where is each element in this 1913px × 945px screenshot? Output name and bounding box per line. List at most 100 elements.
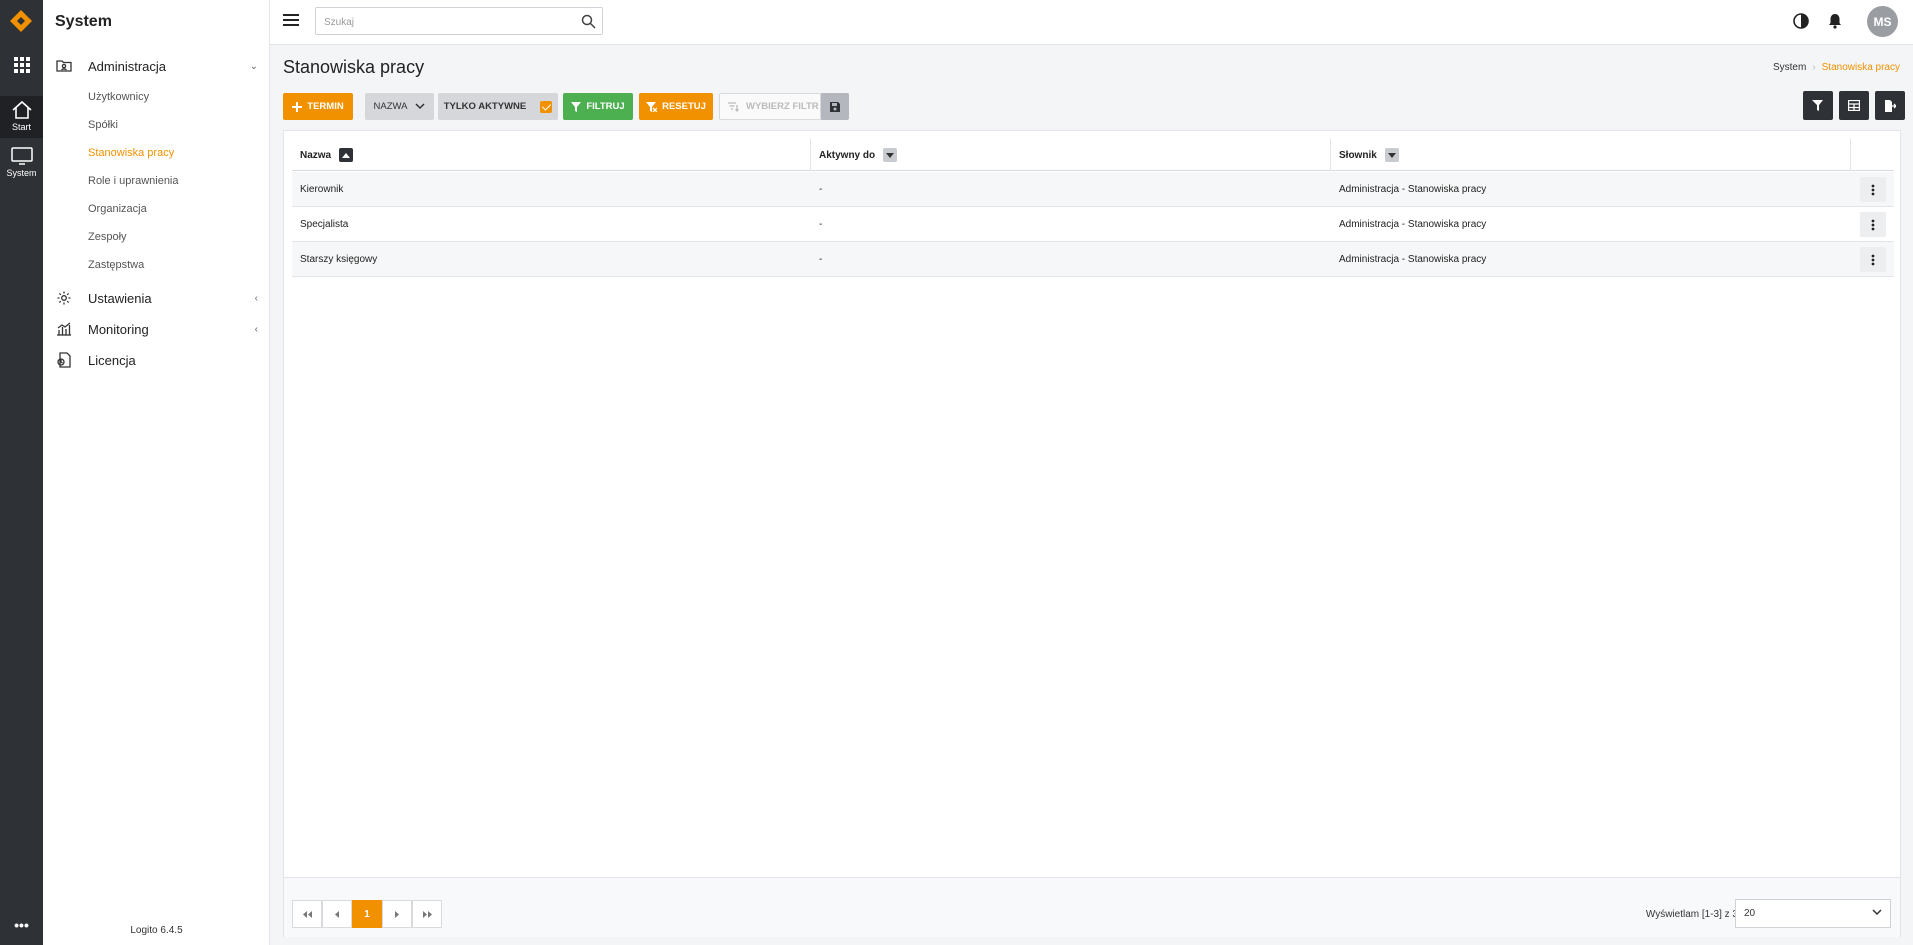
filter-clear-icon [646, 101, 658, 112]
sidebar-item-zastepstwa[interactable]: Zastępstwa [88, 259, 144, 271]
plus-icon [292, 101, 303, 112]
filter-button[interactable]: FILTRUJ [563, 93, 633, 120]
add-term-button[interactable]: TERMIN [283, 93, 353, 120]
only-active-toggle[interactable]: TYLKO AKTYWNE [438, 93, 558, 120]
chevron-left-icon: ‹ [254, 292, 258, 304]
topbar: MS [270, 0, 1913, 45]
choose-filter-select[interactable]: WYBIERZ FILTR [719, 93, 821, 120]
breadcrumb-item-system[interactable]: System [1773, 62, 1806, 73]
table-icon [1848, 100, 1860, 111]
page-size-select[interactable]: 20 [1735, 899, 1891, 928]
sidebar-item-role-i-uprawnienia[interactable]: Role i uprawnienia [88, 175, 179, 187]
last-page-button[interactable] [412, 900, 442, 928]
app-version: Logito 6.4.5 [130, 925, 183, 936]
reset-button[interactable]: RESETUJ [639, 93, 713, 120]
apps-grid-icon[interactable] [0, 56, 43, 80]
chevron-down-icon [415, 103, 425, 110]
sort-asc-icon[interactable] [339, 148, 354, 162]
chevron-left-icon [335, 910, 339, 918]
search-box [315, 7, 603, 35]
save-icon [830, 101, 840, 112]
kebab-menu-icon [1871, 254, 1875, 265]
row-actions-button[interactable] [1860, 212, 1886, 237]
filter-icon [571, 101, 582, 112]
cell-aktywny-do: - [819, 219, 823, 230]
chevron-down-icon [1872, 909, 1882, 916]
bell-icon[interactable] [1826, 12, 1844, 30]
column-header-nazwa[interactable]: Nazwa [292, 139, 811, 171]
table-row[interactable]: Starszy księgowy - Administracja - Stano… [292, 242, 1894, 277]
sidebar-title: System [55, 13, 112, 30]
sidebar-group-label: Administracja [88, 58, 167, 74]
license-icon [57, 352, 71, 368]
filter-remove-icon [1812, 100, 1823, 111]
page-button-current[interactable]: 1 [352, 900, 382, 928]
gear-icon [57, 291, 71, 305]
sidebar: System Administracja ⌄ Użytkownicy Spółk… [43, 0, 270, 945]
row-actions-button[interactable] [1860, 177, 1886, 202]
chevron-down-icon: ⌄ [249, 60, 258, 72]
breadcrumb-separator: › [1812, 62, 1816, 73]
sidebar-item-stanowiska-pracy[interactable]: Stanowiska pracy [88, 147, 174, 159]
hamburger-menu-icon[interactable] [283, 13, 299, 27]
save-filter-button[interactable] [821, 93, 849, 120]
chevron-right-icon [395, 910, 399, 918]
kebab-menu-icon [1871, 219, 1875, 230]
next-page-button[interactable] [382, 900, 412, 928]
home-icon [11, 100, 32, 119]
monitor-icon [10, 147, 33, 165]
sort-desc-icon[interactable] [1384, 148, 1399, 162]
table-row[interactable]: Specjalista - Administracja - Stanowiska… [292, 207, 1894, 242]
sidebar-group-label: Ustawienia [88, 290, 152, 306]
filter-list-icon [728, 101, 739, 112]
sidebar-item-organizacja[interactable]: Organizacja [88, 203, 147, 215]
sidebar-group-monitoring[interactable]: Monitoring ‹ [43, 316, 270, 342]
table-row[interactable]: Kierownik - Administracja - Stanowiska p… [292, 172, 1894, 207]
rail-label-start: Start [11, 122, 31, 132]
page-title: Stanowiska pracy [283, 57, 425, 77]
column-layout-button[interactable] [1839, 91, 1869, 120]
sidebar-group-label: Licencja [88, 352, 136, 368]
search-icon[interactable] [581, 14, 596, 29]
app-rail: Start System ••• [0, 0, 43, 945]
breadcrumb-item-current: Stanowiska pracy [1821, 62, 1900, 73]
records-count: Wyświetlam [1-3] z 3 [1645, 909, 1738, 920]
prev-page-button[interactable] [322, 900, 352, 928]
breadcrumb: System › Stanowiska pracy [1773, 62, 1900, 73]
rail-item-start[interactable]: Start [0, 96, 43, 138]
table-footer: 1 Wyświetlam [1-3] z 3 20 [284, 877, 1900, 937]
avatar[interactable]: MS [1867, 6, 1898, 37]
export-button[interactable] [1875, 91, 1905, 120]
column-header-aktywny-do[interactable]: Aktywny do [811, 139, 1331, 171]
more-icon[interactable]: ••• [0, 917, 43, 933]
first-page-button[interactable] [292, 900, 322, 928]
sidebar-item-zespoly[interactable]: Zespoły [88, 231, 127, 243]
cell-nazwa: Kierownik [300, 184, 344, 195]
sort-desc-icon[interactable] [883, 148, 898, 162]
sidebar-group-licencja[interactable]: Licencja [43, 347, 270, 373]
double-chevron-left-icon [302, 910, 312, 918]
cell-aktywny-do: - [819, 184, 823, 195]
cell-nazwa: Specjalista [300, 219, 349, 230]
rail-label-system: System [6, 168, 37, 178]
logito-logo[interactable] [8, 8, 34, 34]
cell-aktywny-do: - [819, 254, 823, 265]
sidebar-group-administracja[interactable]: Administracja ⌄ [43, 53, 270, 79]
rail-item-system[interactable]: System [0, 146, 43, 186]
pagination: 1 [292, 900, 442, 928]
sidebar-group-ustawienia[interactable]: Ustawienia ‹ [43, 285, 270, 311]
sidebar-item-uzytkownicy[interactable]: Użytkownicy [88, 91, 149, 103]
row-actions-button[interactable] [1860, 247, 1886, 272]
table-header: Nazwa Aktywny do Słownik [292, 139, 1894, 171]
chevron-left-icon: ‹ [254, 323, 258, 335]
clear-filters-button[interactable] [1803, 91, 1833, 120]
cell-slownik: Administracja - Stanowiska pracy [1339, 219, 1487, 230]
only-active-checkbox[interactable] [540, 100, 553, 113]
sidebar-item-spolki[interactable]: Spółki [88, 119, 118, 131]
contrast-icon[interactable] [1792, 12, 1810, 30]
export-icon [1885, 99, 1896, 112]
search-input[interactable] [324, 14, 574, 30]
sort-field-dropdown[interactable]: NAZWA [365, 93, 434, 120]
kebab-menu-icon [1871, 184, 1875, 195]
column-header-slownik[interactable]: Słownik [1331, 139, 1851, 171]
